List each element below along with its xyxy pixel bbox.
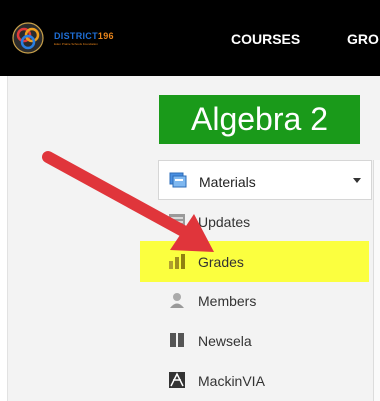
logo-tagline: Eden Prairie Schools Foundation — [54, 42, 98, 46]
menu-item-members[interactable]: Members — [158, 281, 358, 319]
materials-dropdown[interactable]: Materials — [158, 160, 372, 200]
mackinvia-icon — [169, 372, 185, 388]
nav-groups[interactable]: GRO — [347, 31, 379, 47]
menu-item-mackinvia[interactable]: MackinVIA — [158, 361, 358, 399]
logo-wordmark: DISTRICT196 — [54, 31, 114, 41]
newsela-icon — [170, 333, 184, 347]
materials-icon — [169, 172, 187, 188]
content-pane-edge — [373, 160, 380, 401]
members-icon — [170, 293, 184, 308]
menu-item-newsela[interactable]: Newsela — [158, 321, 358, 359]
updates-icon — [169, 214, 185, 228]
nav-courses[interactable]: COURSES — [231, 31, 300, 47]
chevron-down-icon[interactable] — [353, 178, 361, 183]
materials-label: Materials — [199, 174, 256, 190]
left-edge — [0, 76, 8, 401]
menu-item-grades[interactable]: Grades — [158, 242, 358, 280]
top-navigation-bar: DISTRICT196 Eden Prairie Schools Foundat… — [0, 0, 380, 76]
grades-icon — [169, 254, 185, 269]
menu-item-updates[interactable]: Updates — [158, 202, 358, 240]
district-logo-icon[interactable] — [12, 22, 44, 54]
course-title: Algebra 2 — [159, 95, 360, 144]
